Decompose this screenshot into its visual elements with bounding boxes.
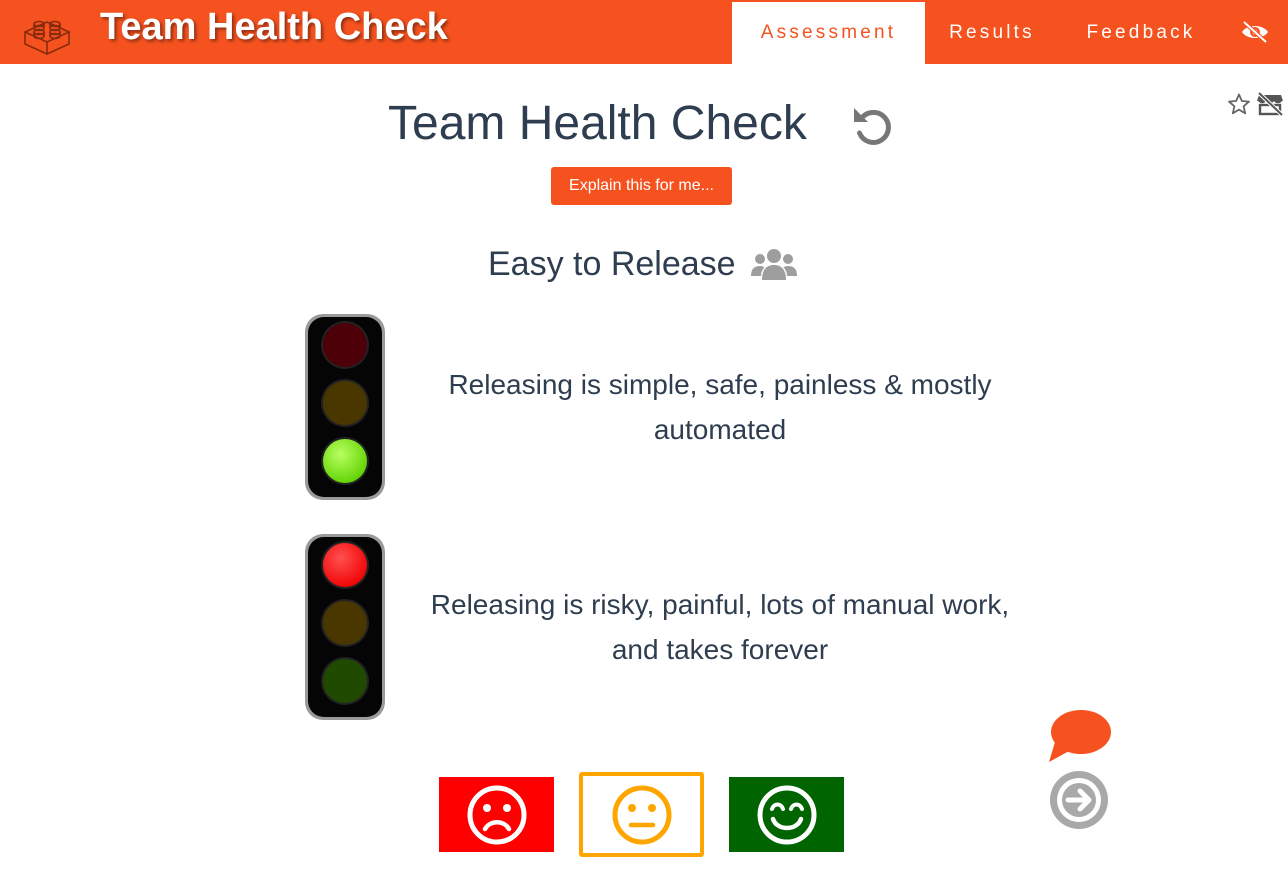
traffic-light-green-icon [305,314,385,500]
tab-results[interactable]: Results [928,0,1056,64]
tab-feedback[interactable]: Feedback [1066,0,1216,64]
bad-description: Releasing is risky, painful, lots of man… [430,589,1010,665]
vote-red-button[interactable] [439,777,554,852]
star-icon[interactable] [1227,93,1251,115]
next-arrow-icon[interactable] [1049,770,1109,830]
traffic-light-red-icon [305,534,385,720]
page-title: Team Health Check [388,97,807,150]
eye-slash-icon[interactable] [1240,20,1270,44]
top-navbar: Team Health Check Assessment Results Fee… [0,0,1288,64]
comment-icon[interactable] [1047,708,1111,764]
neutral-face-icon [612,785,671,844]
happy-face-icon [757,785,816,844]
users-icon [751,249,797,280]
lego-brick-icon [23,20,71,56]
sad-face-icon [467,785,526,844]
explain-button[interactable]: Explain this for me... [551,167,732,205]
good-description: Releasing is simple, safe, painless & mo… [448,369,992,445]
store-slash-icon[interactable] [1256,92,1284,116]
topic-title: Easy to Release [488,245,736,283]
tab-assessment[interactable]: Assessment [732,2,925,64]
vote-amber-button[interactable] [579,772,704,857]
undo-icon[interactable] [850,103,896,149]
brand-title: Team Health Check [100,6,448,48]
vote-green-button[interactable] [729,777,844,852]
